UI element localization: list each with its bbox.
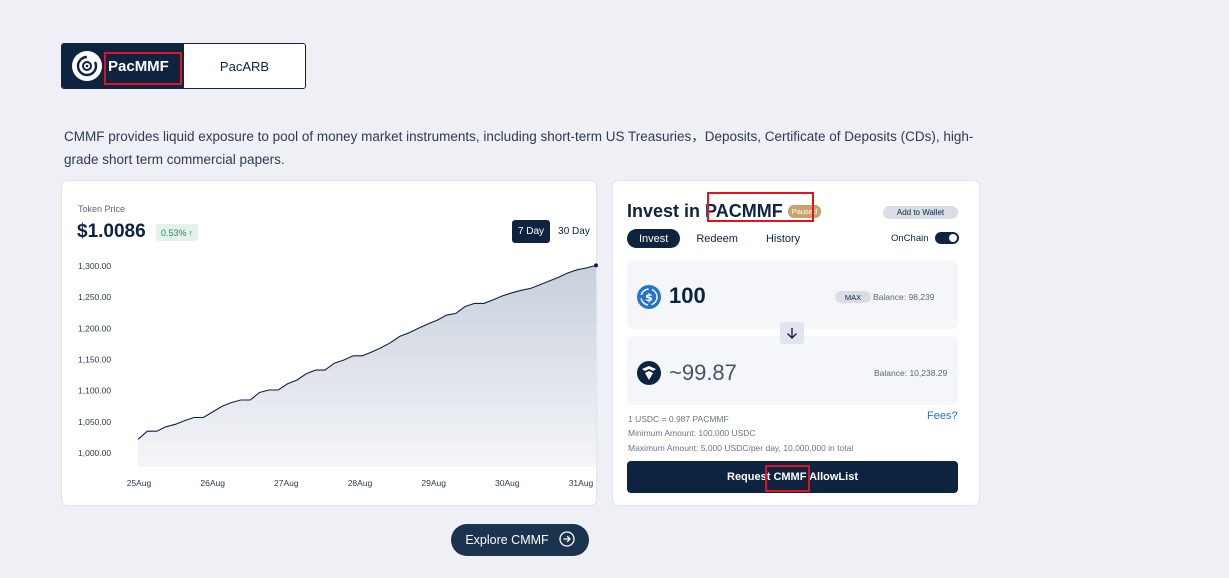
y-tick-label: 1,250.00 bbox=[78, 292, 111, 302]
token-price-chart: 1,300.00 1,250.00 1,200.00 1,150.00 1,100.00… bbox=[78, 261, 598, 488]
x-tick-label: 30Aug bbox=[495, 478, 520, 488]
subtab-invest[interactable]: Invest bbox=[627, 229, 681, 248]
onchain-label: OnChain bbox=[891, 232, 929, 244]
input-token-box: $ 100 MAX Balance: 98,239 bbox=[627, 260, 958, 329]
invest-title-token: PACMMF bbox=[705, 201, 783, 221]
x-tick-label: 29Aug bbox=[421, 478, 446, 488]
tab-pacmmf-label: PacMMF bbox=[108, 57, 169, 75]
output-amount: ~99.87 bbox=[669, 360, 737, 385]
chart-area-fill bbox=[138, 265, 596, 467]
pacmmf-token-icon bbox=[637, 361, 661, 385]
x-tick-label: 27Aug bbox=[274, 478, 299, 488]
usdc-icon: $ bbox=[637, 285, 661, 309]
pac-logo-icon bbox=[72, 51, 102, 81]
paused-badge: Paused bbox=[787, 205, 822, 218]
maximum-amount: Maximum Amount: 5,000 USDC/per day, 10,0… bbox=[628, 443, 854, 453]
y-tick-label: 1,000.00 bbox=[78, 448, 111, 458]
output-balance: Balance: 10,238.29 bbox=[874, 368, 948, 378]
x-tick-label: 31Aug bbox=[569, 478, 594, 488]
y-tick-label: 1,150.00 bbox=[78, 355, 111, 365]
minimum-amount: Minimum Amount: 100,000 USDC bbox=[628, 428, 756, 438]
onchain-control: OnChain bbox=[891, 232, 959, 244]
token-price-card: Token Price $1.0086 0.53% ↑ 7 Day 30 Day… bbox=[61, 180, 598, 506]
input-amount[interactable]: 100 bbox=[669, 283, 706, 309]
chart-end-point bbox=[594, 263, 598, 268]
explore-cmmf-button[interactable]: Explore CMMF bbox=[451, 524, 589, 556]
svg-text:$: $ bbox=[645, 291, 653, 304]
y-tick-label: 1,100.00 bbox=[78, 386, 111, 396]
subtab-redeem[interactable]: Redeem bbox=[684, 229, 750, 248]
explore-cmmf-label: Explore CMMF bbox=[465, 533, 549, 547]
onchain-toggle[interactable] bbox=[934, 232, 959, 244]
request-allowlist-button[interactable]: Request CMMF AllowList bbox=[627, 461, 958, 493]
tab-pacmmf[interactable]: PacMMF bbox=[62, 44, 184, 88]
subtab-history[interactable]: History bbox=[754, 229, 812, 248]
invest-subtabs: Invest Redeem History bbox=[627, 229, 812, 248]
max-button[interactable]: MAX bbox=[835, 291, 871, 303]
add-to-wallet-button[interactable]: Add to Wallet bbox=[883, 206, 958, 219]
product-tabs: PacMMF PacARB bbox=[61, 43, 306, 89]
output-token-box: ~99.87 Balance: 10,238.29 bbox=[627, 336, 958, 405]
invest-title: Invest in PACMMF Paused bbox=[627, 201, 822, 222]
x-tick-label: 26Aug bbox=[200, 478, 225, 488]
arrow-down-icon[interactable] bbox=[780, 322, 804, 344]
fees-link[interactable]: Fees? bbox=[927, 410, 958, 422]
invest-card: Invest in PACMMF Paused Add to Wallet In… bbox=[612, 180, 980, 506]
arrow-right-circle-icon bbox=[559, 530, 575, 550]
tab-pacarb[interactable]: PacARB bbox=[184, 44, 305, 88]
product-description: CMMF provides liquid exposure to pool of… bbox=[64, 129, 974, 167]
invest-title-prefix: Invest in bbox=[627, 201, 701, 221]
x-tick-label: 28Aug bbox=[348, 478, 373, 488]
y-tick-label: 1,300.00 bbox=[78, 261, 111, 271]
x-tick-label: 25Aug bbox=[127, 478, 152, 488]
exchange-rate: 1 USDC = 0.987 PACMMF bbox=[628, 414, 729, 424]
y-tick-label: 1,050.00 bbox=[78, 417, 111, 427]
input-balance: Balance: 98,239 bbox=[873, 292, 935, 302]
y-tick-label: 1,200.00 bbox=[78, 323, 111, 333]
